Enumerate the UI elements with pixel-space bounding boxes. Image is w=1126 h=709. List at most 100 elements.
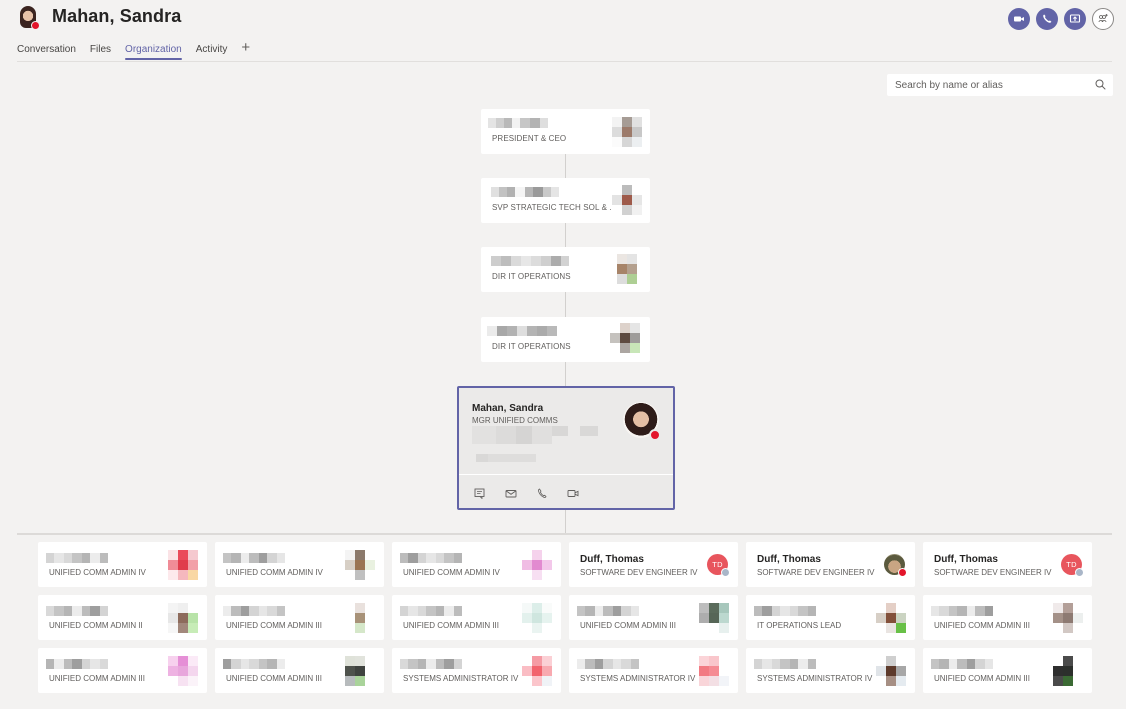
- search-icon[interactable]: [1095, 79, 1106, 90]
- email-button[interactable]: [503, 487, 518, 499]
- add-tab-button[interactable]: +: [241, 39, 250, 56]
- pixelated-avatar: [1053, 656, 1083, 686]
- redacted-name: [223, 659, 285, 669]
- share-screen-icon: [1069, 14, 1081, 23]
- search-input[interactable]: [887, 74, 1077, 96]
- pixelated-avatar: [168, 550, 198, 580]
- job-title: IT OPERATIONS LEAD: [757, 621, 842, 630]
- redacted-name: [46, 553, 108, 563]
- reports-divider: [17, 533, 1112, 535]
- pixelated-avatar: [699, 603, 729, 633]
- tab-conversation[interactable]: Conversation: [17, 44, 76, 59]
- redacted-name: [223, 606, 285, 616]
- person-name: Mahan, Sandra: [472, 403, 544, 414]
- pixelated-avatar: [522, 603, 552, 633]
- call-actions: [1008, 8, 1114, 30]
- tab-organization[interactable]: Organization: [125, 44, 182, 60]
- job-title: UNIFIED COMM ADMIN III: [49, 674, 145, 683]
- redacted-name: [931, 606, 993, 616]
- direct-report-card[interactable]: UNIFIED COMM ADMIN III: [392, 595, 561, 640]
- add-people-button[interactable]: [1092, 8, 1114, 30]
- pixelated-avatar: [617, 254, 637, 284]
- direct-report-card[interactable]: IT OPERATIONS LEAD: [746, 595, 915, 640]
- page-title: Mahan, Sandra: [52, 6, 182, 26]
- pixelated-avatar: [345, 603, 375, 633]
- tab-files[interactable]: Files: [90, 44, 111, 59]
- job-title: UNIFIED COMM ADMIN III: [403, 621, 499, 630]
- add-people-icon: [1098, 14, 1108, 23]
- redacted-name: [577, 659, 639, 669]
- direct-report-card[interactable]: UNIFIED COMM ADMIN III: [923, 648, 1092, 693]
- redacted-name: [487, 326, 557, 336]
- contact-actions: [472, 487, 580, 499]
- manager-card[interactable]: DIR IT OPERATIONS: [481, 247, 650, 292]
- pixelated-avatar: [1053, 603, 1083, 633]
- job-title: SVP STRATEGIC TECH SOL & ...: [492, 203, 617, 212]
- job-title: UNIFIED COMM ADMIN III: [934, 621, 1030, 630]
- direct-report-card[interactable]: SYSTEMS ADMINISTRATOR IV: [746, 648, 915, 693]
- org-connector: [565, 510, 566, 534]
- pixelated-avatar: [168, 603, 198, 633]
- redacted-name: [46, 606, 108, 616]
- manager-card[interactable]: DIR IT OPERATIONS: [481, 317, 650, 362]
- card-divider: [459, 474, 673, 475]
- direct-report-card[interactable]: SYSTEMS ADMINISTRATOR IV: [569, 648, 738, 693]
- tab-activity[interactable]: Activity: [196, 44, 228, 59]
- direct-report-card[interactable]: UNIFIED COMM ADMIN III: [215, 595, 384, 640]
- selected-person-card[interactable]: Mahan, Sandra MGR UNIFIED COMMS: [457, 386, 675, 510]
- job-title: DIR IT OPERATIONS: [492, 342, 571, 351]
- manager-card[interactable]: PRESIDENT & CEO: [481, 109, 650, 154]
- pixelated-avatar: [610, 323, 640, 353]
- user-avatar[interactable]: [18, 6, 40, 30]
- presence-busy-icon: [31, 21, 40, 30]
- org-search: [887, 74, 1113, 96]
- redacted-name: [491, 187, 559, 197]
- direct-report-card[interactable]: SYSTEMS ADMINISTRATOR IV: [392, 648, 561, 693]
- header: Mahan, Sandra Conversation Files Organiz…: [0, 0, 1126, 62]
- manager-card[interactable]: SVP STRATEGIC TECH SOL & ...: [481, 178, 650, 223]
- video-button[interactable]: [565, 487, 580, 499]
- video-icon: [1014, 16, 1024, 22]
- direct-report-card[interactable]: UNIFIED COMM ADMIN III: [215, 648, 384, 693]
- direct-report-card[interactable]: UNIFIED COMM ADMIN IV: [38, 542, 207, 587]
- job-title: SOFTWARE DEV ENGINEER IV: [580, 568, 698, 577]
- pixelated-avatar: [876, 603, 906, 633]
- pixelated-avatar: [345, 656, 375, 686]
- video-call-button[interactable]: [1008, 8, 1030, 30]
- redacted-name: [754, 659, 816, 669]
- pixelated-avatar: [612, 185, 642, 215]
- job-title: SYSTEMS ADMINISTRATOR IV: [757, 674, 873, 683]
- direct-report-card[interactable]: UNIFIED COMM ADMIN III: [38, 648, 207, 693]
- direct-report-card[interactable]: UNIFIED COMM ADMIN II: [38, 595, 207, 640]
- person-name: Duff, Thomas: [757, 554, 821, 565]
- presence-offline-icon: [1075, 568, 1084, 577]
- call-button[interactable]: [534, 487, 549, 499]
- redacted-name: [400, 553, 462, 563]
- job-title: PRESIDENT & CEO: [492, 134, 567, 143]
- direct-report-card[interactable]: Duff, Thomas SOFTWARE DEV ENGINEER IV TD: [569, 542, 738, 587]
- pixelated-avatar: [522, 550, 552, 580]
- audio-call-button[interactable]: [1036, 8, 1058, 30]
- pixelated-avatar: [699, 656, 729, 686]
- redacted-details: [472, 426, 598, 444]
- header-divider: [17, 61, 1112, 62]
- person-name: Duff, Thomas: [934, 554, 998, 565]
- direct-report-card[interactable]: UNIFIED COMM ADMIN III: [923, 595, 1092, 640]
- share-screen-button[interactable]: [1064, 8, 1086, 30]
- direct-report-card[interactable]: UNIFIED COMM ADMIN IV: [215, 542, 384, 587]
- direct-report-card[interactable]: Duff, Thomas SOFTWARE DEV ENGINEER IV TD: [923, 542, 1092, 587]
- direct-report-card[interactable]: UNIFIED COMM ADMIN III: [569, 595, 738, 640]
- direct-report-card[interactable]: UNIFIED COMM ADMIN IV: [392, 542, 561, 587]
- chat-button[interactable]: [472, 487, 487, 499]
- job-title: UNIFIED COMM ADMIN IV: [49, 568, 146, 577]
- redacted-name: [488, 118, 548, 128]
- job-title: UNIFIED COMM ADMIN II: [49, 621, 143, 630]
- presence-busy-icon: [649, 429, 661, 441]
- pixelated-avatar: [612, 117, 642, 147]
- job-title: UNIFIED COMM ADMIN IV: [403, 568, 500, 577]
- job-title: SOFTWARE DEV ENGINEER IV: [757, 568, 875, 577]
- direct-report-card[interactable]: Duff, Thomas SOFTWARE DEV ENGINEER IV: [746, 542, 915, 587]
- mail-icon: [505, 489, 516, 497]
- job-title: UNIFIED COMM ADMIN IV: [226, 568, 323, 577]
- job-title: SYSTEMS ADMINISTRATOR IV: [580, 674, 696, 683]
